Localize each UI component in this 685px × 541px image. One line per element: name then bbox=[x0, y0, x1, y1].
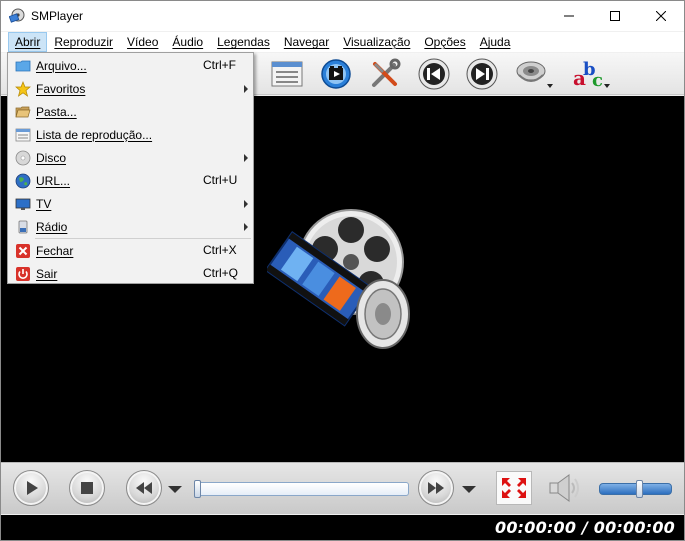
play-button[interactable] bbox=[13, 470, 49, 506]
subtitle-track-toolbar-button[interactable]: a b c bbox=[570, 56, 610, 92]
seek-bar[interactable] bbox=[194, 480, 409, 498]
radio-icon bbox=[18, 220, 28, 234]
playlist-toolbar-button[interactable] bbox=[269, 56, 305, 92]
submenu-arrow-icon bbox=[244, 85, 248, 93]
menu-item-radio[interactable]: Rádio bbox=[8, 215, 253, 238]
fullscreen-button[interactable] bbox=[496, 471, 532, 505]
close-window-button[interactable] bbox=[638, 1, 684, 31]
submenu-arrow-icon bbox=[244, 223, 248, 231]
menu-item-favoritos[interactable]: Favoritos bbox=[8, 77, 253, 100]
volume-handle[interactable] bbox=[636, 480, 643, 498]
maximize-button[interactable] bbox=[592, 1, 638, 31]
seek-handle[interactable] bbox=[194, 480, 201, 498]
close-icon bbox=[16, 244, 30, 258]
audio-track-icon bbox=[516, 61, 546, 82]
globe-icon bbox=[15, 173, 31, 189]
menu-abrir[interactable]: Abrir bbox=[8, 32, 48, 52]
subtitle-track-dropdown-icon[interactable] bbox=[604, 84, 610, 88]
svg-text:c: c bbox=[592, 70, 603, 90]
volume-slider[interactable] bbox=[599, 480, 672, 498]
forward-icon bbox=[428, 482, 444, 494]
submenu-arrow-icon bbox=[244, 154, 248, 162]
menu-item-disco[interactable]: Disco bbox=[8, 146, 253, 169]
playlist-icon bbox=[15, 128, 31, 142]
time-display: 00:00:00 / 00:00:00 bbox=[495, 518, 675, 537]
title-bar: SMPlayer bbox=[1, 1, 684, 31]
power-icon bbox=[16, 267, 30, 281]
rewind-dropdown-icon[interactable] bbox=[168, 486, 182, 493]
speaker-icon bbox=[549, 474, 579, 502]
minimize-button[interactable] bbox=[546, 1, 592, 31]
smplayer-window: SMPlayer Abrir Reproduzir Vídeo Áudio Le… bbox=[0, 0, 685, 541]
fullscreen-icon bbox=[502, 478, 526, 498]
menu-ajuda[interactable]: Ajuda bbox=[473, 32, 518, 52]
rewind-icon bbox=[136, 482, 152, 494]
menu-item-pasta[interactable]: Pasta... bbox=[8, 100, 253, 123]
forward-button[interactable] bbox=[418, 470, 454, 506]
menu-item-sair[interactable]: Sair Ctrl+Q bbox=[8, 262, 253, 285]
mute-button[interactable] bbox=[547, 472, 583, 504]
menu-audio[interactable]: Áudio bbox=[165, 32, 210, 52]
subtitle-track-icon: a b c bbox=[573, 59, 603, 90]
play-icon bbox=[27, 481, 38, 495]
stop-icon bbox=[81, 482, 93, 494]
menu-bar: Abrir Reproduzir Vídeo Áudio Legendas Na… bbox=[1, 32, 684, 52]
previous-icon bbox=[418, 58, 450, 90]
menu-item-tv[interactable]: TV bbox=[8, 192, 253, 215]
time-bar: 00:00:00 / 00:00:00 bbox=[1, 515, 684, 540]
menu-legendas[interactable]: Legendas bbox=[210, 32, 277, 52]
menu-opcoes[interactable]: Opções bbox=[417, 32, 472, 52]
folder-icon bbox=[15, 60, 31, 72]
maximize-icon bbox=[610, 11, 620, 21]
menu-item-arquivo[interactable]: Arquivo... Ctrl+F bbox=[8, 54, 253, 77]
menu-item-lista-reproducao[interactable]: Lista de reprodução... bbox=[8, 123, 253, 146]
screenshot-toolbar-button[interactable] bbox=[318, 56, 354, 92]
abrir-menu: Arquivo... Ctrl+F Favoritos Pasta... Lis… bbox=[7, 52, 254, 284]
audio-track-toolbar-button[interactable] bbox=[513, 56, 553, 92]
menu-item-fechar[interactable]: Fechar Ctrl+X bbox=[8, 239, 253, 262]
menu-video[interactable]: Vídeo bbox=[120, 32, 165, 52]
audio-track-dropdown-icon[interactable] bbox=[547, 84, 553, 88]
app-icon bbox=[9, 8, 25, 23]
menu-item-url[interactable]: URL... Ctrl+U bbox=[8, 169, 253, 192]
next-icon bbox=[466, 58, 498, 90]
folder-open-icon bbox=[15, 106, 31, 118]
preferences-toolbar-button[interactable] bbox=[367, 56, 403, 92]
smplayer-logo bbox=[267, 209, 410, 349]
submenu-arrow-icon bbox=[244, 200, 248, 208]
tv-icon bbox=[15, 198, 31, 210]
rewind-button[interactable] bbox=[126, 470, 162, 506]
next-toolbar-button[interactable] bbox=[464, 56, 500, 92]
window-title: SMPlayer bbox=[31, 9, 84, 23]
close-icon bbox=[656, 11, 666, 21]
disc-icon bbox=[15, 150, 31, 166]
minimize-icon bbox=[564, 15, 574, 17]
menu-visualizacao[interactable]: Visualização bbox=[336, 32, 417, 52]
menu-navegar[interactable]: Navegar bbox=[277, 32, 336, 52]
playlist-icon bbox=[271, 61, 303, 87]
forward-dropdown-icon[interactable] bbox=[462, 486, 476, 493]
menu-reproduzir[interactable]: Reproduzir bbox=[47, 32, 120, 52]
previous-toolbar-button[interactable] bbox=[416, 56, 452, 92]
control-bar bbox=[1, 462, 684, 514]
preferences-icon bbox=[372, 58, 401, 87]
stop-button[interactable] bbox=[69, 470, 105, 506]
screenshot-icon bbox=[321, 59, 351, 89]
star-icon bbox=[15, 81, 31, 97]
